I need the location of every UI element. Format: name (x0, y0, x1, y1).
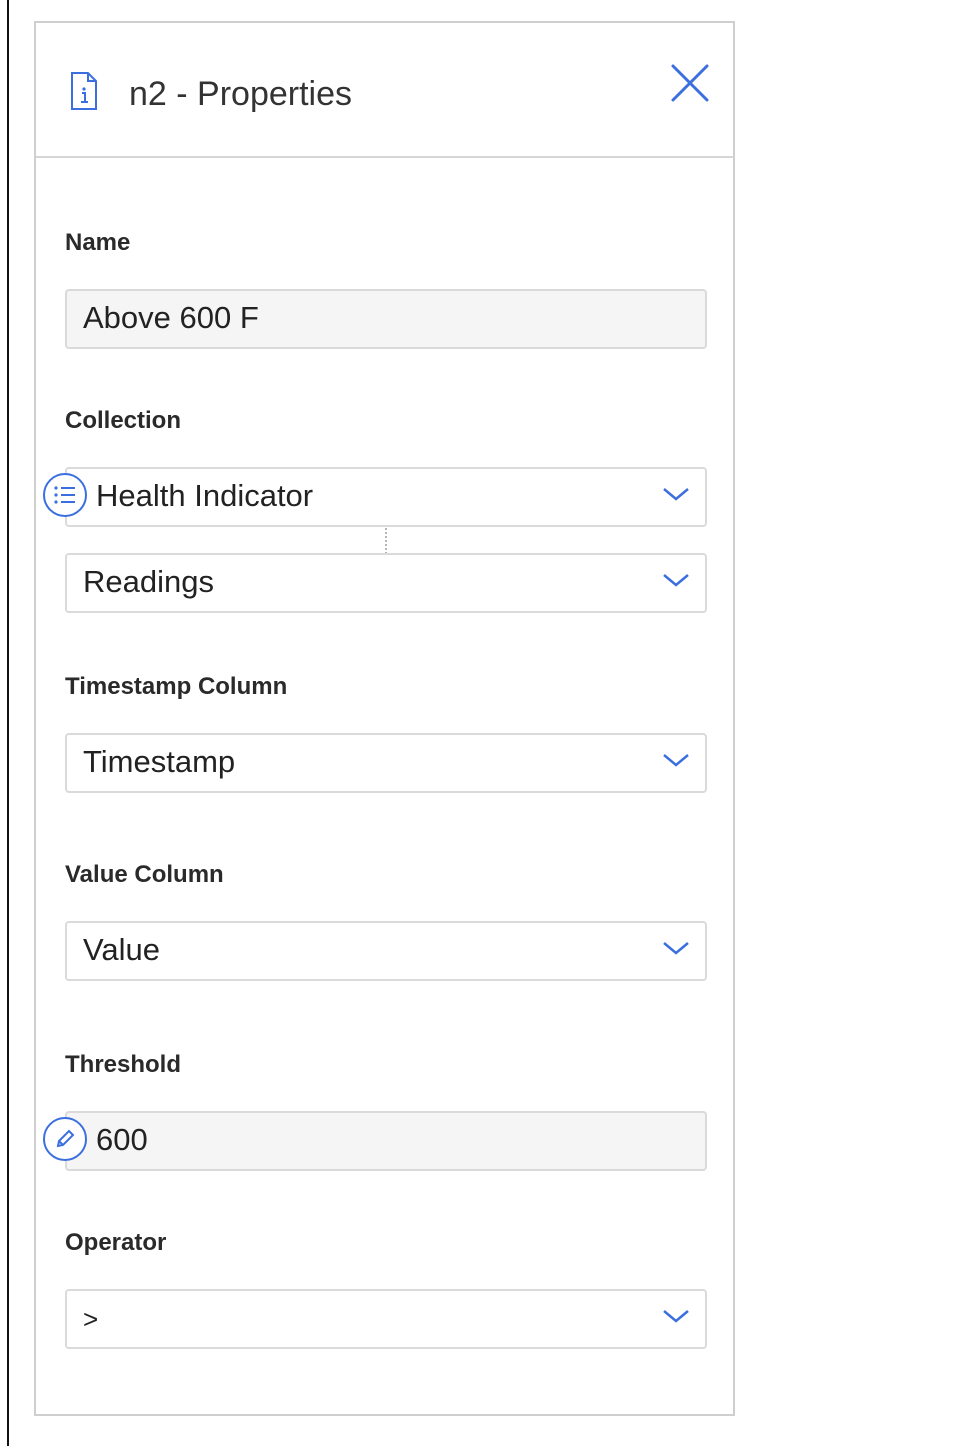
timestamp-column-select[interactable]: Timestamp (65, 733, 707, 793)
chevron-down-icon (663, 942, 689, 955)
operator-label: Operator (65, 1229, 167, 1256)
value-column-select[interactable]: Value (65, 921, 707, 981)
name-input[interactable]: Above 600 F (65, 289, 707, 349)
list-icon-glyph (54, 486, 75, 504)
collection-label: Collection (65, 407, 182, 434)
panel-title: n2 - Properties (129, 75, 352, 113)
operator-select-value: > (83, 1304, 99, 1334)
name-input-value: Above 600 F (83, 300, 259, 335)
value-column-label: Value Column (65, 861, 224, 888)
collection-subselect-value: Readings (83, 564, 214, 599)
list-icon[interactable] (43, 473, 87, 517)
collection-select-value: Health Indicator (96, 478, 314, 513)
chevron-down-icon (663, 1310, 689, 1323)
panel-header: n2 - Properties (36, 23, 733, 158)
pencil-icon[interactable] (43, 1117, 87, 1161)
threshold-input-value: 600 (96, 1122, 148, 1157)
timestamp-column-value: Timestamp (83, 744, 236, 779)
close-icon[interactable] (668, 61, 712, 105)
chevron-down-icon (663, 754, 689, 767)
collection-select[interactable]: Health Indicator (65, 467, 707, 527)
properties-panel: n2 - Properties Name Above 600 F Collect… (34, 21, 735, 1416)
threshold-input[interactable]: 600 (65, 1111, 707, 1171)
left-border-line (7, 0, 9, 1446)
value-column-value: Value (83, 932, 160, 967)
connector-line (385, 528, 387, 554)
timestamp-column-label: Timestamp Column (65, 673, 288, 700)
operator-select[interactable]: > (65, 1289, 707, 1349)
chevron-down-icon (663, 488, 689, 501)
document-info-icon (71, 72, 97, 110)
collection-subselect[interactable]: Readings (65, 553, 707, 613)
name-label: Name (65, 229, 131, 256)
threshold-label: Threshold (65, 1051, 182, 1078)
pencil-icon-glyph (56, 1129, 75, 1148)
chevron-down-icon (663, 574, 689, 587)
